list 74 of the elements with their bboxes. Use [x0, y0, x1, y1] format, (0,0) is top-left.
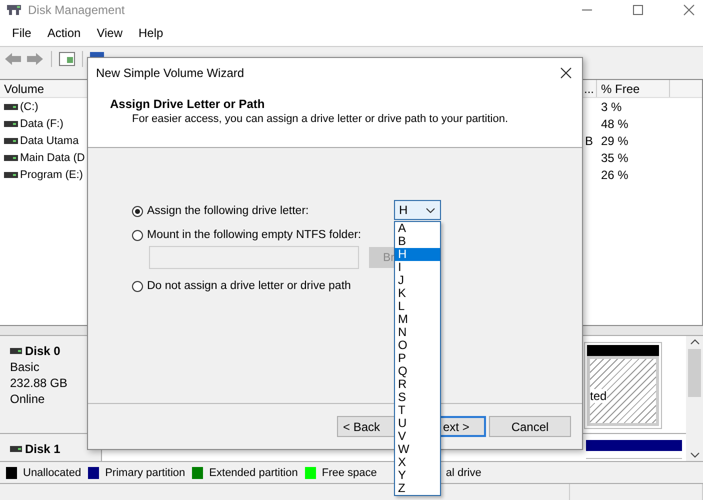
- drive-letter-option[interactable]: M: [395, 313, 440, 326]
- radio-button[interactable]: [132, 206, 143, 216]
- drive-letter-option[interactable]: Z: [395, 482, 440, 495]
- table-cell-text: 35 %: [601, 150, 630, 164]
- partition-label: ted: [590, 389, 607, 403]
- disk-status: Online: [10, 392, 46, 406]
- drive-letter-option[interactable]: Y: [395, 469, 440, 482]
- window-title: Disk Management: [28, 3, 125, 17]
- drive-letter-dropdown[interactable]: H: [394, 200, 441, 220]
- radio-button[interactable]: [132, 230, 143, 240]
- drive-letter-option[interactable]: P: [395, 352, 440, 365]
- table-cell-text: 48 %: [601, 116, 630, 130]
- disk-icon: [6, 4, 22, 16]
- table-cell-text: Data Utama: [20, 134, 80, 146]
- table-cell-text: 3 %: [601, 100, 623, 114]
- close-icon[interactable]: [560, 67, 572, 79]
- table-cell: B: [585, 134, 594, 148]
- column-header[interactable]: % Free: [597, 80, 670, 97]
- dialog-title: New Simple Volume Wizard: [96, 66, 244, 80]
- menu-item[interactable]: File: [4, 26, 40, 40]
- option-label[interactable]: Mount in the following empty NTFS folder:: [147, 229, 362, 241]
- disk-size: 232.88 GB: [10, 376, 68, 390]
- drive-letter-option[interactable]: J: [395, 274, 440, 287]
- legend-label: al drive: [446, 466, 482, 478]
- drive-icon: [4, 104, 18, 110]
- drive-letter-option[interactable]: H: [395, 248, 440, 261]
- drive-letter-option[interactable]: L: [395, 300, 440, 313]
- column-header[interactable]: Volume: [0, 80, 88, 97]
- table-cell-text: Main Data (D: [20, 152, 86, 164]
- drive-letter-option[interactable]: W: [395, 443, 440, 456]
- drive-icon: [4, 154, 18, 160]
- legend-label: Extended partition: [209, 466, 298, 478]
- drive-letter-option[interactable]: A: [395, 222, 440, 235]
- table-cell-text: Data (F:): [20, 118, 64, 130]
- maximize-icon[interactable]: [632, 4, 644, 16]
- radio-button[interactable]: [132, 280, 143, 292]
- scrollbar[interactable]: [686, 336, 703, 461]
- chevron-down-icon: [426, 208, 435, 212]
- drive-letter-option[interactable]: T: [395, 404, 440, 417]
- scroll-down-icon[interactable]: [690, 452, 700, 458]
- drive-icon: [4, 120, 18, 126]
- drive-icon: [4, 138, 18, 144]
- drive-letter-option[interactable]: B: [395, 235, 440, 248]
- partition-block[interactable]: ted: [584, 342, 662, 429]
- drive-letter-option[interactable]: I: [395, 261, 440, 274]
- drive-letter-option[interactable]: K: [395, 287, 440, 300]
- table-cell-text: 29 %: [601, 134, 630, 148]
- scroll-up-icon[interactable]: [690, 339, 700, 345]
- drive-icon: [4, 172, 18, 178]
- disk-name: Disk 1: [25, 442, 60, 456]
- wizard-heading: Assign Drive Letter or Path: [110, 97, 266, 111]
- table-cell-text: 26 %: [601, 168, 630, 182]
- table-cell-text: Program (E:): [20, 168, 84, 180]
- drive-letter-option[interactable]: X: [395, 456, 440, 469]
- drive-letter-option[interactable]: S: [395, 391, 440, 404]
- legend-label: Free space: [322, 466, 377, 478]
- drive-letter-option[interactable]: O: [395, 339, 440, 352]
- menu-item[interactable]: Action: [39, 26, 89, 40]
- legend-label: Primary partition: [105, 466, 186, 478]
- wizard-subtitle: For easier access, you can assign a drive letter or drive path to your partition.: [132, 113, 510, 125]
- option-label[interactable]: Assign the following drive letter:: [147, 205, 309, 217]
- drive-letter-option[interactable]: R: [395, 378, 440, 391]
- table-cell-text: (C:): [20, 100, 40, 112]
- legend-label: Unallocated: [23, 466, 82, 478]
- console-icon[interactable]: [59, 52, 75, 66]
- menu-item[interactable]: Help: [130, 26, 172, 40]
- dialog-button[interactable]: Cancel: [489, 416, 571, 437]
- disk-type: Basic: [10, 360, 40, 374]
- partition-block[interactable]: [586, 440, 682, 459]
- drive-letter-option[interactable]: N: [395, 326, 440, 339]
- menu-item[interactable]: View: [88, 26, 130, 40]
- disk-name: Disk 0: [25, 344, 60, 358]
- drive-letter-option[interactable]: Q: [395, 365, 440, 378]
- option-label[interactable]: Do not assign a drive letter or drive path: [147, 280, 351, 292]
